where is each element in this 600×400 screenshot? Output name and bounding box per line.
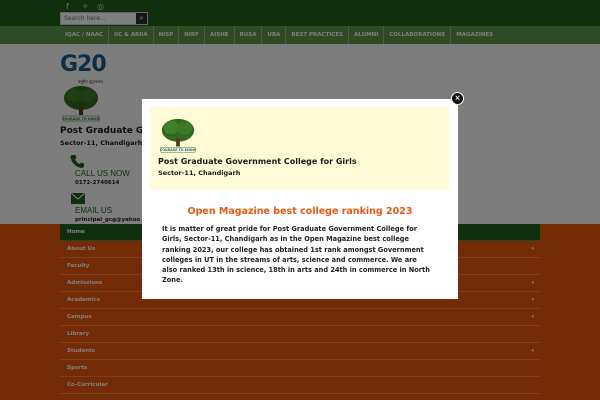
announcement-modal: COURAGE TO KNOW Post Graduate Government… (142, 99, 458, 299)
close-icon[interactable]: × (451, 92, 464, 105)
tree-caption: COURAGE TO KNOW (160, 148, 197, 152)
modal-header: COURAGE TO KNOW Post Graduate Government… (150, 107, 449, 189)
modal-college-address: Sector-11, Chandigarh (158, 169, 241, 177)
modal-body-text: It is matter of great pride for Post Gra… (162, 225, 430, 285)
modal-title: Open Magazine best college ranking 2023 (187, 206, 413, 217)
college-tree-logo: COURAGE TO KNOW (160, 118, 197, 153)
modal-college-name: Post Graduate Government College for Gir… (158, 157, 357, 166)
